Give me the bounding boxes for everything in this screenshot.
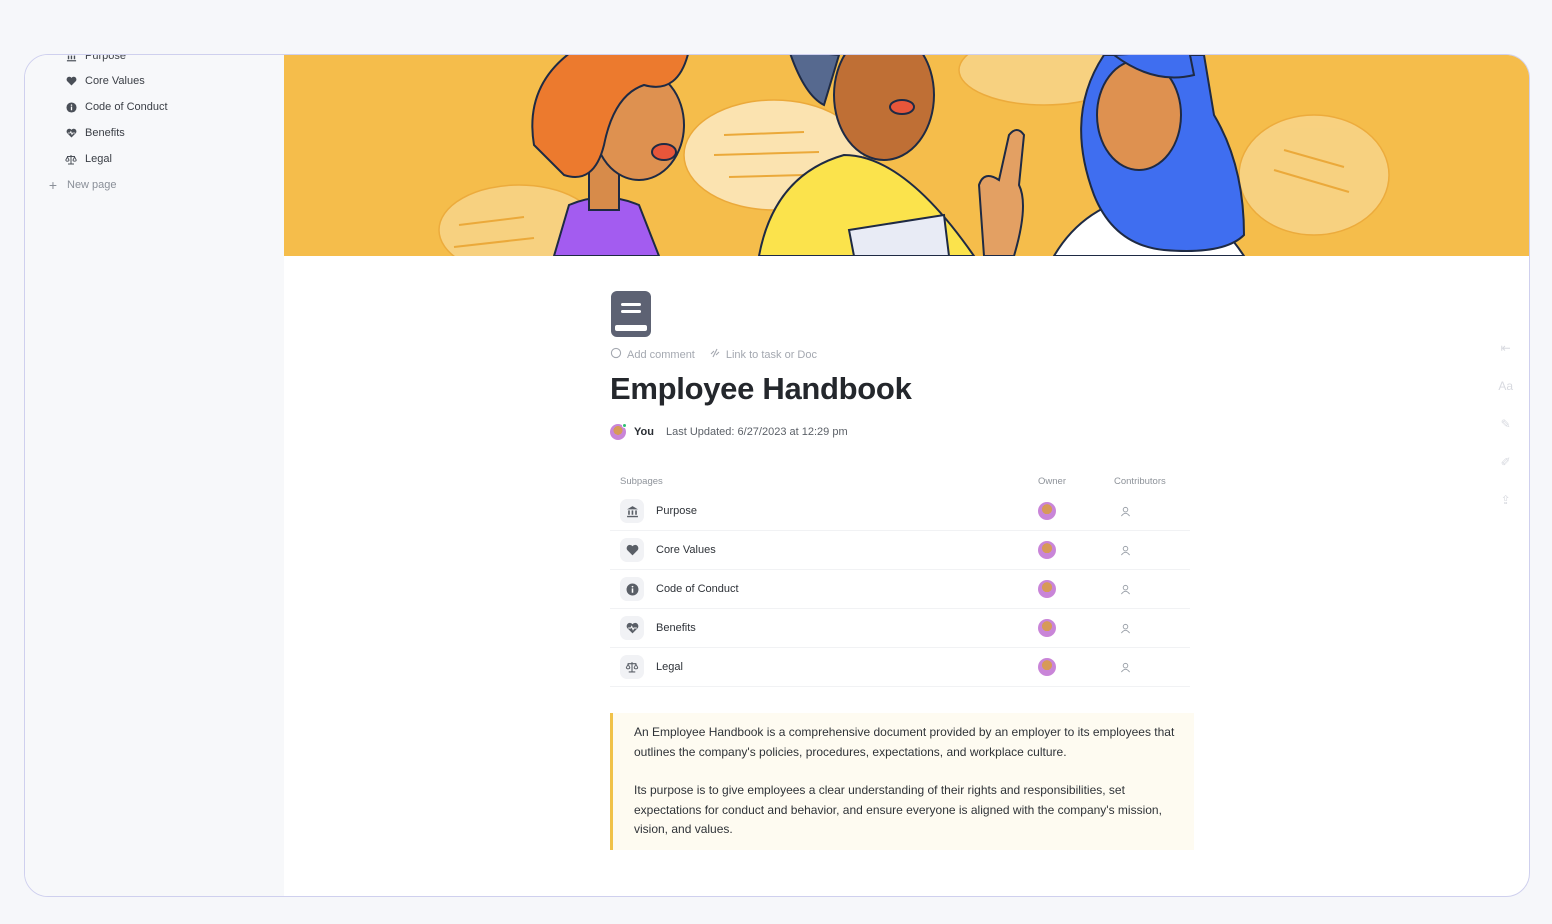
- callout-block[interactable]: An Employee Handbook is a comprehensive …: [610, 713, 1194, 850]
- table-row[interactable]: Benefits: [610, 609, 1190, 648]
- subpage-name: Legal: [656, 661, 683, 673]
- owner-cell: [1038, 541, 1114, 559]
- plus-icon: +: [48, 177, 58, 193]
- owner-avatar[interactable]: [1038, 541, 1056, 559]
- author-name: You: [634, 426, 654, 438]
- sidebar-item-benefits[interactable]: Benefits: [65, 124, 125, 142]
- heart-pulse-icon: [65, 127, 77, 139]
- contributors-cell[interactable]: [1114, 662, 1190, 673]
- person-icon: [1121, 506, 1130, 516]
- owner-avatar[interactable]: [1038, 658, 1056, 676]
- link-task-label: Link to task or Doc: [725, 348, 817, 361]
- table-row[interactable]: Code of Conduct: [610, 570, 1190, 609]
- link-icon: [709, 347, 721, 362]
- app-frame: Purpose Core Values Code of Conduct Bene…: [24, 54, 1530, 897]
- owner-avatar[interactable]: [1038, 580, 1056, 598]
- edit-icon[interactable]: ✎: [1501, 415, 1511, 433]
- contributors-cell[interactable]: [1114, 584, 1190, 595]
- info-icon: [65, 101, 77, 113]
- heart-icon: [65, 75, 77, 87]
- add-comment-label: Add comment: [627, 348, 695, 361]
- new-page-button[interactable]: + New page: [47, 176, 117, 194]
- table-header: Subpages Owner Contributors: [610, 476, 1190, 492]
- callout-paragraph: Its purpose is to give employees a clear…: [634, 783, 1162, 836]
- sidebar-item-label: Purpose: [85, 54, 126, 62]
- contributors-cell[interactable]: [1114, 545, 1190, 556]
- person-icon: [1121, 662, 1130, 672]
- person-icon: [1121, 623, 1130, 633]
- header-owner: Owner: [1038, 476, 1066, 487]
- sidebar-item-label: Core Values: [85, 75, 145, 87]
- collapse-icon[interactable]: ⇤: [1501, 339, 1511, 357]
- owner-avatar[interactable]: [1038, 619, 1056, 637]
- last-updated: Last Updated: 6/27/2023 at 12:29 pm: [665, 426, 848, 438]
- right-toolbar: ⇤ Aa ✎ ✐ ⇪: [1498, 339, 1513, 509]
- subpages-table: Subpages Owner Contributors Purpose Core…: [610, 476, 1190, 687]
- header-subpages: Subpages: [620, 476, 663, 487]
- heart-icon: [620, 538, 644, 562]
- subpage-name: Code of Conduct: [656, 583, 739, 595]
- comment-icon: [610, 347, 622, 362]
- info-icon: [620, 577, 644, 601]
- cover-image: [284, 55, 1529, 256]
- bank-icon: [65, 55, 77, 62]
- table-row[interactable]: Purpose: [610, 492, 1190, 531]
- sidebar-item-label: Legal: [85, 153, 112, 165]
- new-page-label: New page: [67, 179, 117, 191]
- contributors-cell[interactable]: [1114, 623, 1190, 634]
- person-icon: [1121, 584, 1130, 594]
- add-comment-button[interactable]: Add comment: [610, 347, 695, 362]
- avatar[interactable]: [610, 423, 627, 440]
- font-icon[interactable]: Aa: [1498, 377, 1513, 395]
- sidebar: Purpose Core Values Code of Conduct Bene…: [25, 55, 284, 896]
- sidebar-item-label: Code of Conduct: [85, 101, 168, 113]
- subpage-name: Benefits: [656, 622, 696, 634]
- cover-illustration: [284, 55, 1529, 256]
- owner-cell: [1038, 619, 1114, 637]
- contributors-cell[interactable]: [1114, 506, 1190, 517]
- header-contributors: Contributors: [1114, 476, 1166, 487]
- scale-icon: [65, 153, 77, 165]
- sidebar-item-label: Benefits: [85, 127, 125, 139]
- owner-cell: [1038, 502, 1114, 520]
- subpage-name: Core Values: [656, 544, 716, 556]
- page-title[interactable]: Employee Handbook: [610, 371, 1195, 407]
- owner-cell: [1038, 580, 1114, 598]
- book-icon[interactable]: [610, 291, 652, 337]
- sidebar-item-code-of-conduct[interactable]: Code of Conduct: [65, 98, 168, 116]
- sidebar-item-purpose[interactable]: Purpose: [65, 54, 126, 65]
- heart-pulse-icon: [620, 616, 644, 640]
- scale-icon: [620, 655, 644, 679]
- sidebar-item-core-values[interactable]: Core Values: [65, 72, 145, 90]
- callout-paragraph: An Employee Handbook is a comprehensive …: [634, 725, 1175, 759]
- share-icon[interactable]: ⇪: [1501, 491, 1511, 509]
- link-task-button[interactable]: Link to task or Doc: [709, 347, 817, 362]
- doc-content: Add comment Link to task or Doc Employee…: [610, 291, 1195, 850]
- magic-icon[interactable]: ✐: [1501, 453, 1511, 471]
- doc-actions: Add comment Link to task or Doc: [610, 347, 1195, 362]
- doc-meta: You Last Updated: 6/27/2023 at 12:29 pm: [610, 423, 1195, 440]
- bank-icon: [620, 499, 644, 523]
- person-icon: [1121, 545, 1130, 555]
- online-status-dot: [622, 423, 627, 428]
- owner-cell: [1038, 658, 1114, 676]
- sidebar-item-legal[interactable]: Legal: [65, 150, 112, 168]
- table-row[interactable]: Core Values: [610, 531, 1190, 570]
- owner-avatar[interactable]: [1038, 502, 1056, 520]
- subpage-name: Purpose: [656, 505, 697, 517]
- table-row[interactable]: Legal: [610, 648, 1190, 687]
